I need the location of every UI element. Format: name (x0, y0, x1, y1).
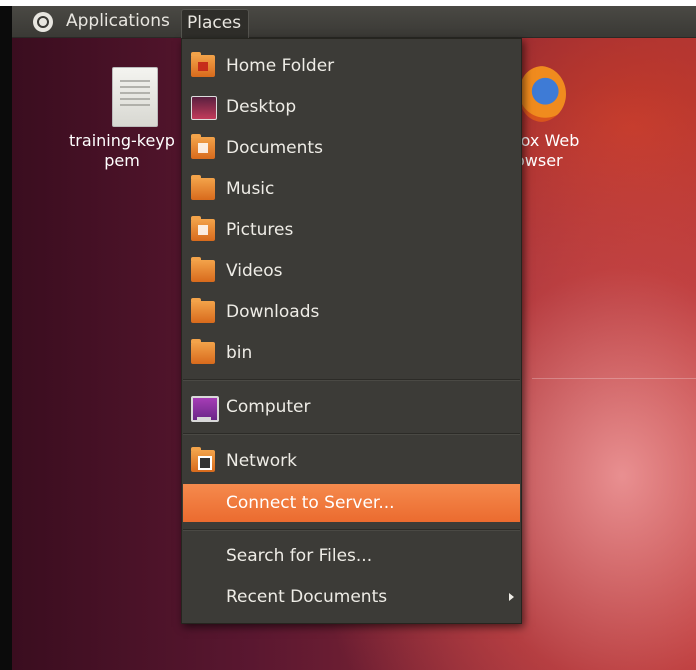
menu-item-videos[interactable]: Videos (183, 252, 520, 290)
menu-item-label: Home Folder (226, 56, 335, 76)
applications-menu[interactable]: Applications (66, 6, 170, 37)
menu-item-label: Pictures (226, 220, 294, 240)
top-panel: Applications (12, 6, 696, 38)
screen-edge (0, 6, 12, 670)
places-menu-label: Places (187, 13, 242, 33)
text-file-icon[interactable] (112, 67, 158, 127)
places-menu-tab[interactable]: Places (181, 9, 249, 40)
menu-item-label: Desktop (226, 97, 297, 117)
menu-item-recent-documents[interactable]: Recent Documents (183, 578, 520, 616)
desktop-file-label[interactable]: training-keyp pem (60, 131, 184, 171)
menu-item-pictures[interactable]: Pictures (183, 211, 520, 249)
computer-icon (191, 396, 219, 422)
wallpaper-streak (532, 378, 696, 379)
menu-item-downloads[interactable]: Downloads (183, 293, 520, 331)
firefox-label-line2: owser (515, 151, 563, 170)
submenu-arrow-icon (509, 593, 514, 601)
menu-item-label: Downloads (226, 302, 320, 322)
menu-item-label: Documents (226, 138, 323, 158)
menu-item-label: Computer (226, 397, 311, 417)
menu-item-home-folder[interactable]: Home Folder (183, 47, 520, 85)
pictures-folder-icon (191, 216, 215, 241)
menu-item-computer[interactable]: Computer (183, 388, 520, 426)
menu-item-label: bin (226, 343, 253, 363)
firefox-label-line1: fox Web (515, 131, 580, 150)
menu-item-music[interactable]: Music (183, 170, 520, 208)
menu-item-search-for-files[interactable]: Search for Files... (183, 537, 520, 575)
menu-item-network[interactable]: Network (183, 442, 520, 480)
menu-item-label: Connect to Server... (226, 493, 395, 513)
menu-item-label: Videos (226, 261, 283, 281)
home-folder-icon (191, 52, 215, 77)
desktop-firefox-label[interactable]: fox Web owser (515, 131, 595, 171)
documents-folder-icon (191, 134, 215, 159)
downloads-folder-icon (191, 298, 215, 323)
file-label-line1: training-keyp (69, 131, 175, 150)
music-folder-icon (191, 175, 215, 200)
menu-separator (183, 529, 520, 531)
network-icon (191, 447, 215, 472)
menu-separator (183, 433, 520, 435)
menu-item-label: Recent Documents (226, 587, 388, 607)
menu-item-connect-to-server[interactable]: Connect to Server... (183, 484, 520, 522)
menu-item-desktop[interactable]: Desktop (183, 88, 520, 126)
videos-folder-icon (191, 257, 215, 282)
menu-item-label: Music (226, 179, 275, 199)
menu-item-bin[interactable]: bin (183, 334, 520, 372)
menu-item-label: Network (226, 451, 297, 471)
folder-icon (191, 339, 215, 364)
menu-item-documents[interactable]: Documents (183, 129, 520, 167)
ubuntu-logo-icon[interactable] (33, 12, 53, 32)
desktop-icon (191, 96, 217, 120)
menu-item-label: Search for Files... (226, 546, 373, 566)
file-label-line2: pem (104, 151, 140, 170)
places-menu: Home Folder Desktop Documents Music Pict… (181, 38, 522, 624)
menu-separator (183, 379, 520, 381)
